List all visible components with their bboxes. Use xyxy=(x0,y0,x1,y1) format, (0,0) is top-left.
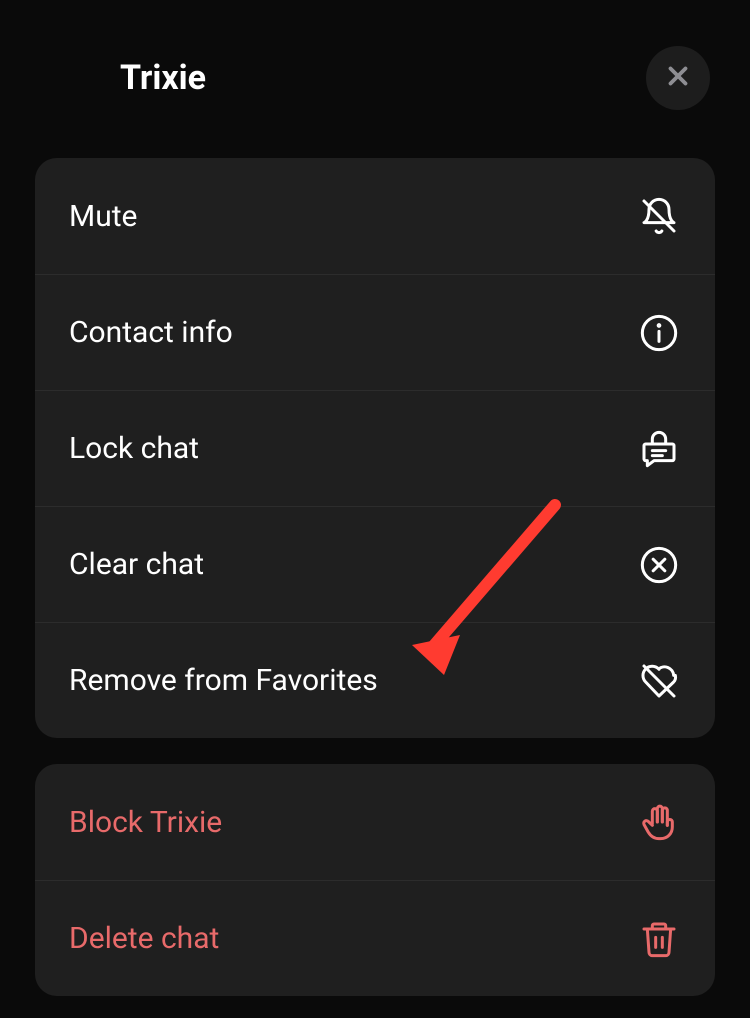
contact-info-label: Contact info xyxy=(69,315,233,350)
circle-x-icon xyxy=(637,543,681,587)
options-panel-primary: Mute Contact info Lock chat xyxy=(35,158,715,738)
options-panel-destructive: Block Trixie Delete chat xyxy=(35,764,715,996)
bell-slash-icon xyxy=(637,194,681,238)
close-icon xyxy=(663,61,693,95)
mute-label: Mute xyxy=(69,199,137,234)
remove-favorites-row[interactable]: Remove from Favorites xyxy=(35,622,715,738)
contact-name-title: Trixie xyxy=(120,58,206,98)
heart-slash-icon xyxy=(637,659,681,703)
info-icon xyxy=(637,311,681,355)
sheet-header: Trixie xyxy=(0,0,750,140)
delete-chat-label: Delete chat xyxy=(69,921,219,956)
block-contact-row[interactable]: Block Trixie xyxy=(35,764,715,880)
clear-chat-row[interactable]: Clear chat xyxy=(35,506,715,622)
delete-chat-row[interactable]: Delete chat xyxy=(35,880,715,996)
lock-chat-icon xyxy=(637,427,681,471)
hand-icon xyxy=(637,800,681,844)
close-button[interactable] xyxy=(646,46,710,110)
block-contact-label: Block Trixie xyxy=(69,805,222,840)
lock-chat-label: Lock chat xyxy=(69,431,199,466)
mute-row[interactable]: Mute xyxy=(35,158,715,274)
clear-chat-label: Clear chat xyxy=(69,547,204,582)
lock-chat-row[interactable]: Lock chat xyxy=(35,390,715,506)
contact-info-row[interactable]: Contact info xyxy=(35,274,715,390)
trash-icon xyxy=(637,917,681,961)
remove-favorites-label: Remove from Favorites xyxy=(69,663,378,698)
